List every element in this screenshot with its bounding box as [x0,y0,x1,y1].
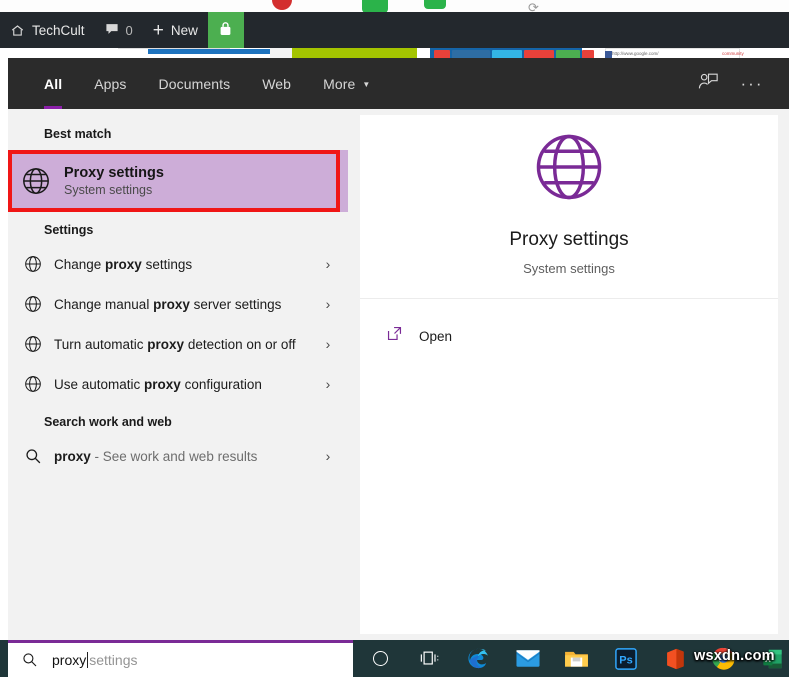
preview-subtitle: System settings [523,261,615,276]
chevron-right-icon[interactable]: › [308,256,348,272]
tab-documents[interactable]: Documents [143,58,247,109]
windows-taskbar: proxysettings [0,640,789,677]
best-match-text: Proxy settings System settings [64,165,164,197]
home-icon [10,23,25,38]
page-red-text: community [722,51,744,56]
open-action-button[interactable]: Open [360,317,778,355]
preview-action-list: Open [360,299,778,355]
cortana-ring [373,651,388,666]
globe-icon [8,166,64,196]
search-results-list: Best match Proxy settings [8,109,348,640]
settings-result-label: Change proxy settings [54,255,308,274]
windows-search-panel: All Apps Documents Web More ▼ [8,58,789,640]
tab-web-label: Web [262,76,291,92]
tab-web[interactable]: Web [246,58,307,109]
svg-text:X: X [765,654,771,664]
best-match-title: Proxy settings [64,165,164,181]
admin-new-label: New [171,23,198,38]
photoshop-icon[interactable]: Ps [601,640,650,677]
file-explorer-icon[interactable] [552,640,601,677]
page-decoration-swirl: ⟳ [528,0,546,10]
browser-page-top [0,0,789,12]
lock-icon [219,21,232,39]
task-view-icon[interactable] [405,640,454,677]
magnifier-icon [22,652,52,668]
best-match-subtitle: System settings [64,183,164,197]
edge-icon[interactable] [454,640,503,677]
excel-icon[interactable]: X [748,640,789,677]
open-external-icon [386,325,403,347]
taskbar-search-input[interactable]: proxysettings [8,640,353,677]
section-title-search-work-and-web: Search work and web [8,404,348,436]
text-cursor [87,652,88,668]
tab-more-label: More [323,76,355,92]
search-typed-value: proxy [52,652,86,668]
globe-icon [8,255,54,273]
tab-apps-label: Apps [94,76,126,92]
chevron-right-icon[interactable]: › [308,376,348,392]
section-title-best-match: Best match [8,116,348,148]
section-title-settings: Settings [8,212,348,244]
preview-hero: Proxy settings System settings [360,115,778,299]
feedback-person-icon [698,72,719,96]
best-match-wrapper: Proxy settings System settings [8,150,348,212]
wordpress-admin-bar: TechCult 0 + New [0,12,789,48]
globe-icon [8,335,54,353]
tab-more[interactable]: More ▼ [307,58,386,109]
screen: ⟳ TechCult 0 + N [0,0,789,677]
admin-comments-link[interactable]: 0 [95,12,143,48]
cortana-icon[interactable] [356,640,405,677]
settings-result-turn-automatic-proxy-detection[interactable]: Turn automatic proxy detection on or off… [8,324,348,364]
ssl-lock-badge[interactable] [208,12,244,48]
admin-site-link[interactable]: TechCult [0,12,95,48]
comment-icon [105,22,119,39]
web-search-result-proxy[interactable]: proxy - See work and web results › [8,436,348,476]
globe-icon [8,375,54,393]
page-url-text: http://www.google.com/ [612,51,659,56]
settings-result-use-automatic-proxy-configuration[interactable]: Use automatic proxy configuration › [8,364,348,404]
web-search-result-label: proxy - See work and web results [54,447,308,466]
chevron-right-icon[interactable]: › [308,448,348,464]
tab-all-label: All [44,76,62,92]
svg-text:Ps: Ps [619,654,632,666]
globe-icon [8,295,54,313]
admin-new-link[interactable]: + New [143,12,208,48]
admin-comment-count: 0 [126,23,133,38]
tab-documents-label: Documents [159,76,231,92]
result-preview-pane: Proxy settings System settings Open [360,115,778,634]
settings-result-label: Use automatic proxy configuration [54,375,308,394]
search-header-actions: ··· [689,65,789,103]
plus-icon: + [153,21,164,40]
search-input-text: proxysettings [52,652,137,668]
preview-title: Proxy settings [509,229,628,251]
office-icon[interactable] [650,640,699,677]
admin-site-name: TechCult [32,23,85,38]
globe-icon [532,130,606,209]
taskbar-icons: Ps [356,640,789,677]
chrome-icon[interactable] [699,640,748,677]
best-match-result[interactable]: Proxy settings System settings [8,150,348,212]
search-panel-header: All Apps Documents Web More ▼ [8,58,789,109]
mail-icon[interactable] [503,640,552,677]
settings-result-change-manual-proxy-server-settings[interactable]: Change manual proxy server settings › [8,284,348,324]
chevron-down-icon: ▼ [362,80,370,89]
settings-result-label: Change manual proxy server settings [54,295,308,314]
chevron-right-icon[interactable]: › [308,336,348,352]
tab-apps[interactable]: Apps [78,58,142,109]
settings-result-change-proxy-settings[interactable]: Change proxy settings › [8,244,348,284]
page-decoration-green-2 [424,0,446,9]
magnifier-icon [8,448,54,465]
chevron-right-icon[interactable]: › [308,296,348,312]
settings-result-label: Turn automatic proxy detection on or off [54,335,308,354]
page-block-2 [148,49,270,54]
search-filter-tabs: All Apps Documents Web More ▼ [28,58,386,109]
feedback-button[interactable] [689,65,727,103]
search-suggestion-suffix: settings [89,652,137,668]
open-action-label: Open [419,329,452,344]
tab-all[interactable]: All [28,58,78,109]
ellipsis-icon: ··· [741,75,764,92]
more-options-button[interactable]: ··· [733,65,771,103]
page-facebook-icon [605,51,612,58]
